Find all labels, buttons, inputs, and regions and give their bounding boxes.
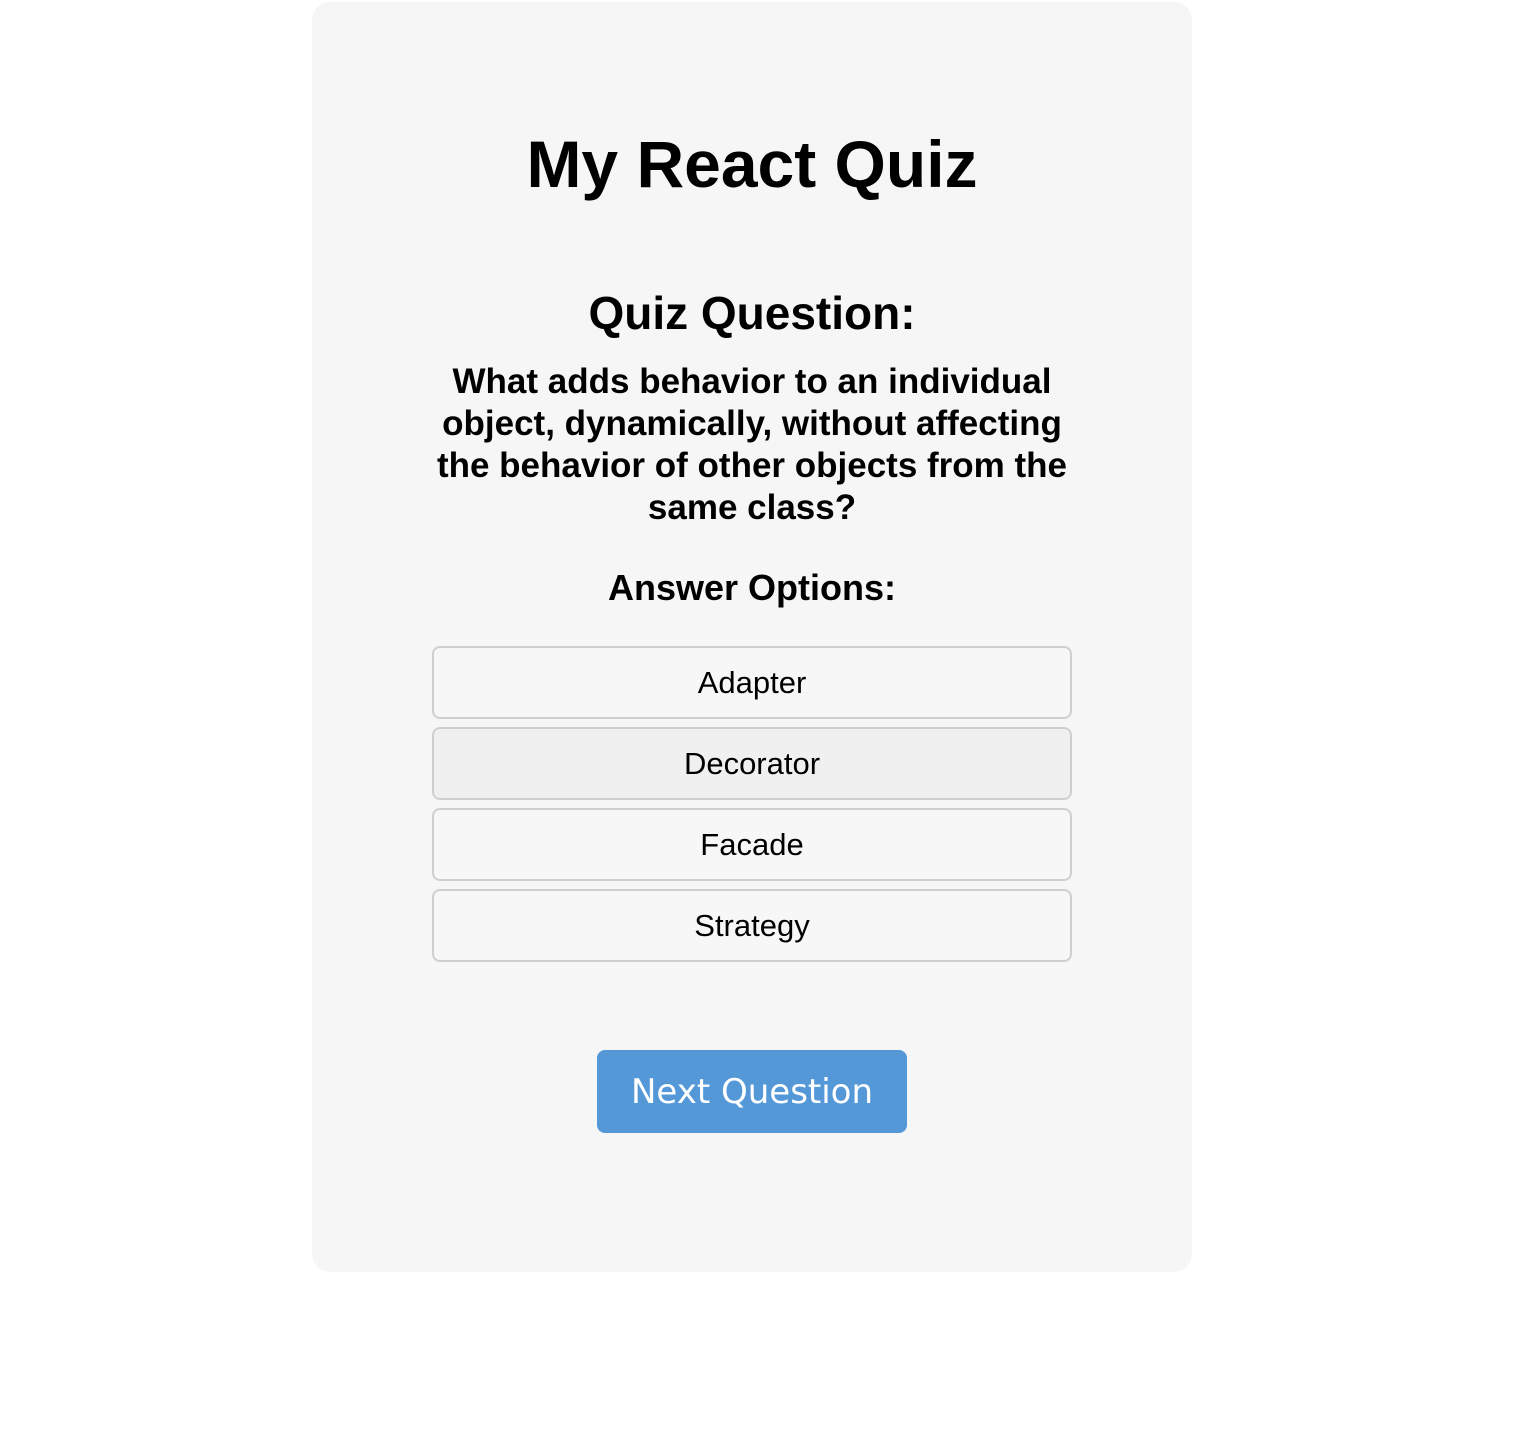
page-title: My React Quiz xyxy=(526,127,978,201)
answer-option-decorator[interactable]: Decorator xyxy=(432,727,1072,800)
answer-option-facade[interactable]: Facade xyxy=(432,808,1072,881)
answer-options: Adapter Decorator Facade Strategy xyxy=(432,646,1072,970)
answer-option-adapter[interactable]: Adapter xyxy=(432,646,1072,719)
quiz-card: My React Quiz Quiz Question: What adds b… xyxy=(312,2,1192,1272)
next-question-button[interactable]: Next Question xyxy=(597,1050,907,1133)
answers-heading: Answer Options: xyxy=(607,567,897,608)
question-text: What adds behavior to an individual obje… xyxy=(436,362,1068,527)
question-heading: Quiz Question: xyxy=(588,287,916,339)
answer-option-strategy[interactable]: Strategy xyxy=(432,889,1072,962)
